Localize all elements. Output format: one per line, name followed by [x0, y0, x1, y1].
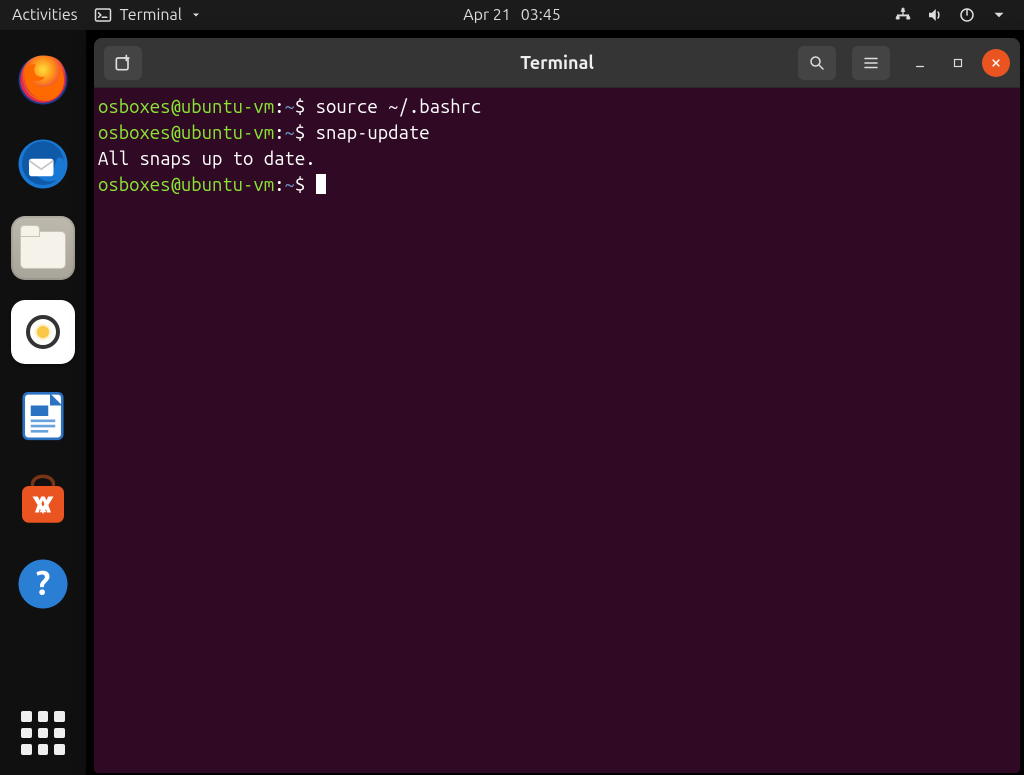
dock-item-files[interactable] — [11, 216, 75, 280]
time-label: 03:45 — [521, 6, 561, 24]
terminal-window: Terminal osboxes@ubuntu-vm:~$ source ~/.… — [94, 38, 1020, 773]
date-label: Apr 21 — [463, 6, 511, 24]
app-menu[interactable]: Terminal — [84, 6, 212, 24]
dock-item-ubuntu-software[interactable]: A — [11, 468, 75, 532]
dock-item-firefox[interactable] — [11, 48, 75, 112]
dock-item-libreoffice-writer[interactable] — [11, 384, 75, 448]
chevron-down-icon — [190, 9, 202, 21]
thunderbird-icon — [15, 136, 71, 192]
top-panel: Activities Terminal Apr 21 03:45 — [0, 0, 1024, 30]
minimize-button[interactable] — [906, 49, 934, 77]
document-icon — [15, 388, 71, 444]
network-icon — [894, 6, 912, 24]
search-icon — [808, 54, 826, 72]
menu-button[interactable] — [852, 46, 890, 80]
new-tab-button[interactable] — [104, 46, 142, 80]
maximize-button[interactable] — [944, 49, 972, 77]
firefox-icon — [15, 52, 71, 108]
help-icon: ? — [15, 556, 71, 612]
terminal-content[interactable]: osboxes@ubuntu-vm:~$ source ~/.bashrc os… — [94, 88, 1020, 773]
dock-item-rhythmbox[interactable] — [11, 300, 75, 364]
system-status-area[interactable] — [894, 6, 1014, 24]
close-icon — [989, 56, 1003, 70]
window-title: Terminal — [520, 53, 594, 73]
speaker-icon — [26, 315, 60, 349]
volume-icon — [926, 6, 944, 24]
dock-item-thunderbird[interactable] — [11, 132, 75, 196]
clock[interactable]: Apr 21 03:45 — [463, 6, 561, 24]
minimize-icon — [913, 56, 927, 70]
terminal-icon — [94, 6, 112, 24]
app-menu-label: Terminal — [120, 6, 182, 24]
show-applications-button[interactable] — [21, 711, 65, 755]
dock-item-help[interactable]: ? — [11, 552, 75, 616]
dock: A ? — [0, 30, 86, 775]
svg-text:?: ? — [36, 565, 51, 602]
hamburger-icon — [862, 54, 880, 72]
shopping-bag-icon: A — [15, 472, 71, 528]
maximize-icon — [951, 56, 965, 70]
chevron-down-icon — [990, 6, 1008, 24]
svg-text:A: A — [35, 492, 52, 517]
search-button[interactable] — [798, 46, 836, 80]
power-icon — [958, 6, 976, 24]
window-titlebar[interactable]: Terminal — [94, 38, 1020, 88]
close-button[interactable] — [982, 49, 1010, 77]
activities-button[interactable]: Activities — [10, 6, 84, 24]
new-tab-icon — [113, 53, 133, 73]
